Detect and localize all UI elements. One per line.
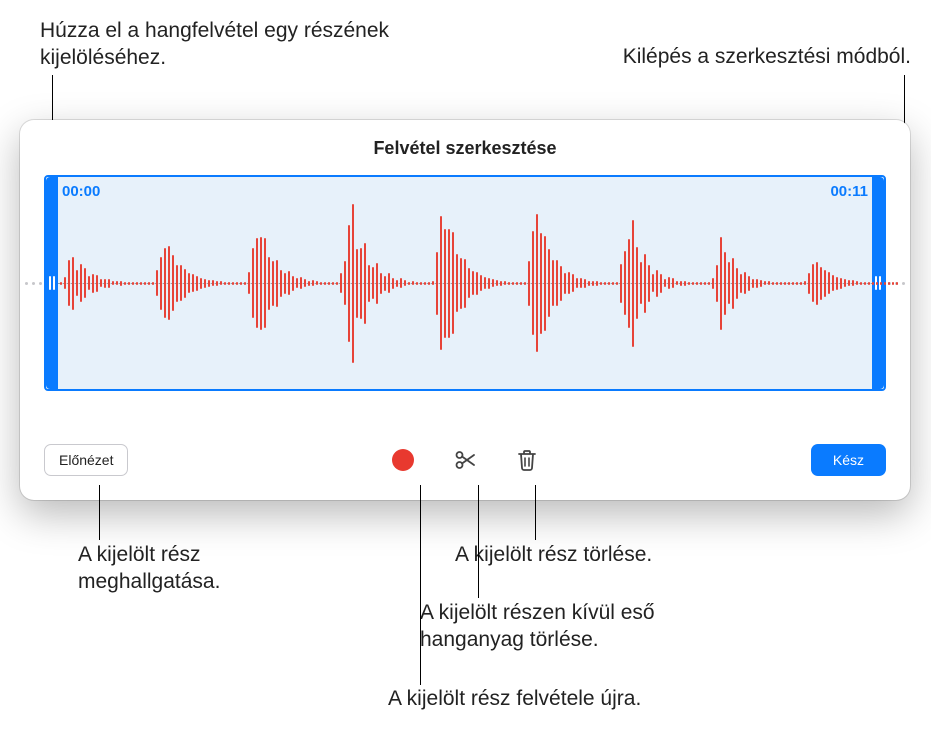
callout-drag-select: Húzza el a hangfelvétel egy részének kij… [40,18,420,72]
preview-button[interactable]: Előnézet [44,444,128,476]
waveform-bars [60,197,870,369]
callout-line [478,485,479,598]
callout-preview: A kijelölt rész meghallgatása. [78,542,318,596]
scissors-icon [453,448,477,472]
record-icon [392,449,414,471]
selection-region[interactable]: 00:00 00:11 [44,175,886,391]
callout-line [99,485,100,540]
toolbar: Előnézet Kész [44,440,886,480]
callout-line [420,485,421,685]
done-button[interactable]: Kész [811,444,886,476]
waveform-overflow-left [20,281,44,285]
callout-rerecord: A kijelölt rész felvétele újra. [388,686,768,713]
callout-trim: A kijelölt részen kívül eső hanganyag tö… [420,600,740,654]
callout-delete: A kijelölt rész törlése. [455,542,755,569]
callout-line [535,485,536,540]
edit-recording-window: Felvétel szerkesztése 00:00 00:11 Előnéz… [20,120,910,500]
window-title: Felvétel szerkesztése [20,120,910,175]
trim-button[interactable] [451,446,479,474]
center-tools [389,446,541,474]
delete-button[interactable] [513,446,541,474]
record-button[interactable] [389,446,417,474]
callout-exit-edit: Kilépés a szerkesztési módból. [481,44,911,71]
waveform-area[interactable]: 00:00 00:11 [44,175,886,391]
trim-handle-left[interactable] [46,177,58,389]
trash-icon [516,448,538,472]
